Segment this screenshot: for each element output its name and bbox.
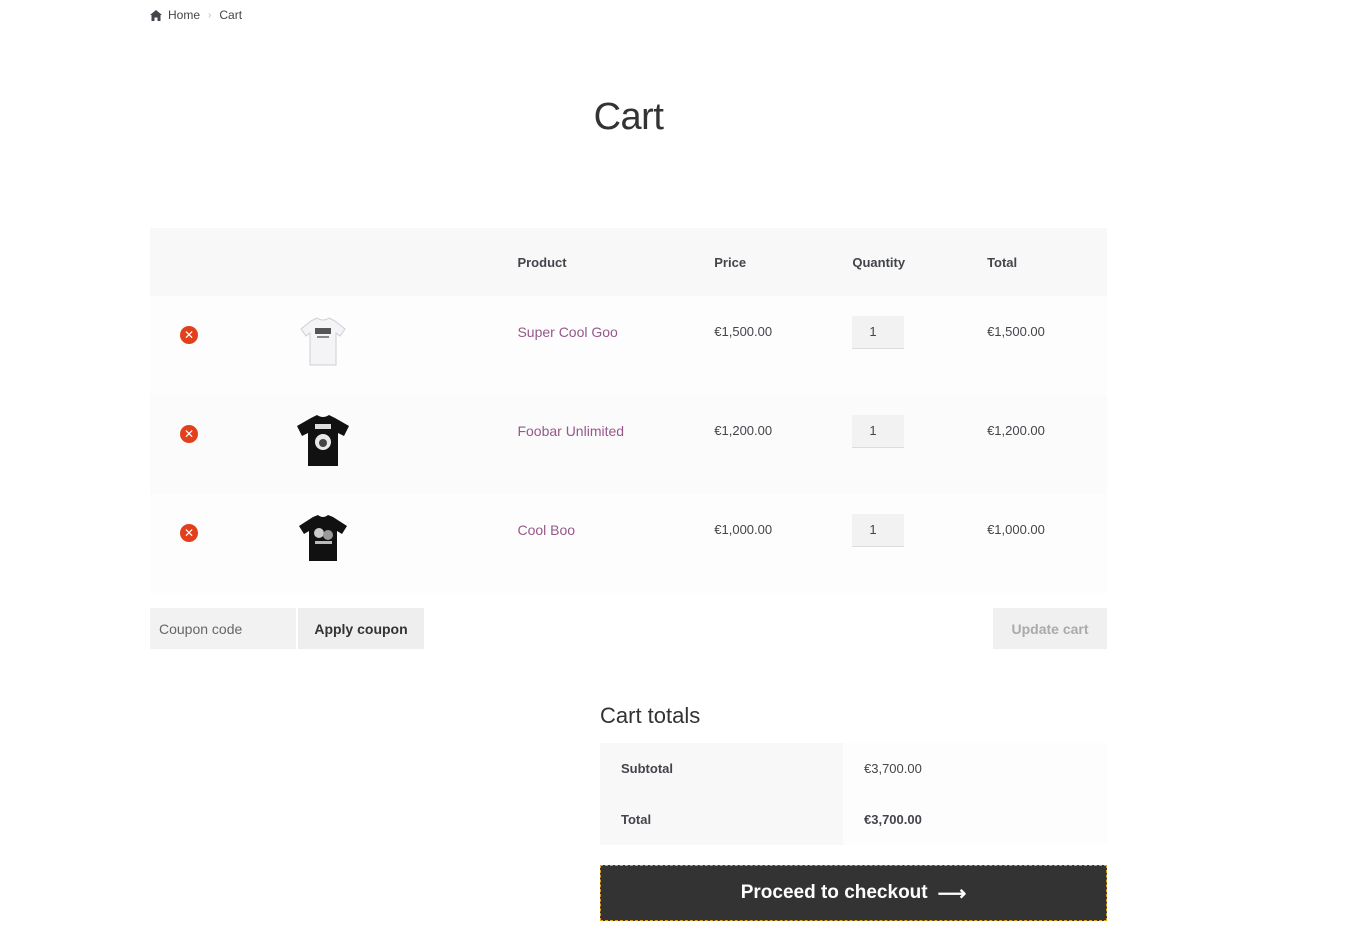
breadcrumb: Home › Cart	[150, 7, 242, 23]
header-price: Price	[714, 228, 853, 296]
header-quantity: Quantity	[852, 228, 988, 296]
arrow-right-icon: ⟶	[937, 882, 967, 905]
subtotal-value: €3,700.00	[843, 743, 1107, 794]
product-subtotal: €1,500.00	[987, 296, 1107, 395]
total-label: Total	[600, 794, 843, 845]
product-subtotal: €1,000.00	[987, 494, 1107, 593]
total-value: €3,700.00	[843, 794, 1107, 845]
page-title: Cart	[593, 96, 664, 138]
update-cart-button[interactable]: Update cart	[993, 608, 1107, 649]
quantity-input[interactable]	[852, 513, 905, 547]
cart-totals-title: Cart totals	[600, 703, 701, 728]
header-product: Product	[517, 228, 715, 296]
header-remove	[150, 228, 296, 296]
header-total: Total	[987, 228, 1107, 296]
product-subtotal: €1,200.00	[987, 395, 1107, 494]
quantity-input[interactable]	[852, 315, 905, 349]
cart-item-row: ✕ Cool Boo €1,000.00 €1,000.00	[150, 494, 1107, 593]
breadcrumb-separator-icon: ›	[208, 9, 212, 21]
remove-icon[interactable]: ✕	[180, 524, 198, 542]
product-thumbnail-foobar-unlimited[interactable]	[295, 412, 351, 468]
product-link[interactable]: Foobar Unlimited	[517, 423, 624, 439]
apply-coupon-button[interactable]: Apply coupon	[298, 608, 424, 649]
product-link[interactable]: Super Cool Goo	[517, 324, 617, 340]
subtotal-row: Subtotal €3,700.00	[600, 743, 1107, 794]
home-icon	[150, 9, 162, 21]
subtotal-label: Subtotal	[600, 743, 843, 794]
product-thumbnail-cool-boo[interactable]	[295, 511, 351, 567]
cart-table: Product Price Quantity Total ✕ Super Coo…	[150, 228, 1107, 593]
header-thumbnail	[295, 228, 518, 296]
total-row: Total €3,700.00	[600, 794, 1107, 845]
proceed-to-checkout-button[interactable]: Proceed to checkout ⟶	[600, 865, 1107, 921]
product-price: €1,500.00	[714, 296, 853, 395]
cart-item-row: ✕ Super Cool Goo €1,500.00 €1,500.00	[150, 296, 1107, 395]
product-price: €1,000.00	[714, 494, 853, 593]
quantity-input[interactable]	[852, 414, 905, 448]
breadcrumb-current: Cart	[219, 8, 243, 22]
product-link[interactable]: Cool Boo	[517, 522, 575, 538]
product-thumbnail-super-cool-goo[interactable]	[295, 313, 351, 369]
remove-icon[interactable]: ✕	[180, 425, 198, 443]
remove-icon[interactable]: ✕	[180, 326, 198, 344]
breadcrumb-home-link[interactable]: Home	[168, 8, 200, 22]
coupon-code-input[interactable]	[150, 608, 296, 649]
cart-item-row: ✕ Foobar Unlimited €1,200.00 €1,200.00	[150, 395, 1107, 494]
cart-table-header: Product Price Quantity Total	[150, 228, 1107, 296]
product-price: €1,200.00	[714, 395, 853, 494]
cart-totals-table: Subtotal €3,700.00 Total €3,700.00	[600, 743, 1107, 845]
checkout-label: Proceed to checkout	[740, 882, 928, 903]
